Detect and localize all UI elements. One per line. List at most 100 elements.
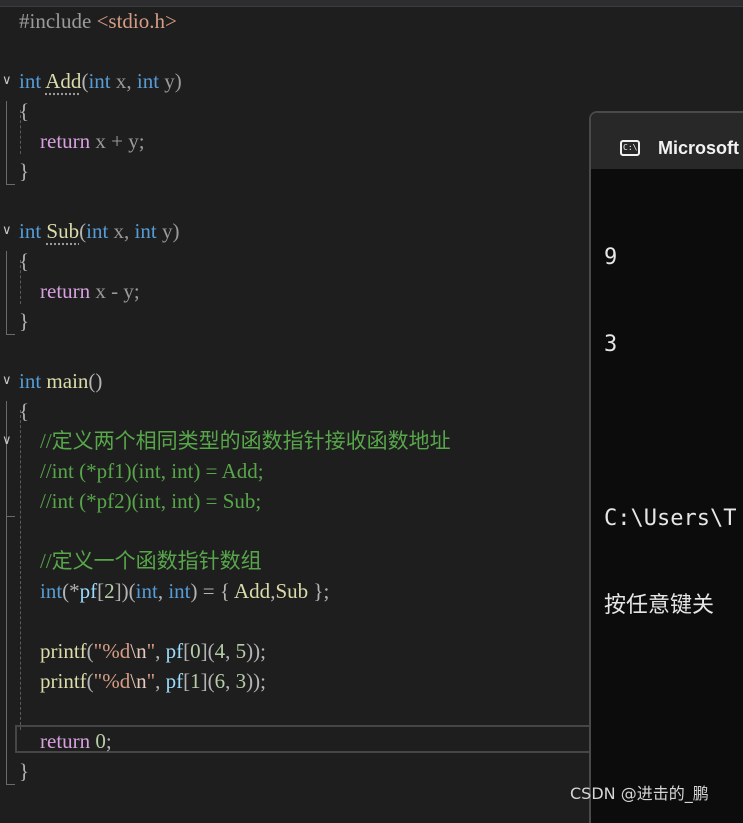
code-token: }: [19, 159, 30, 183]
code-token: "%d: [93, 669, 131, 693]
code-token: #include: [19, 9, 97, 33]
code-token: ,: [157, 579, 169, 603]
code-token: return: [40, 279, 91, 303]
fold-guide: [6, 516, 15, 517]
code-token: ) = {: [190, 579, 235, 603]
console-line: C:\Users\T: [604, 506, 737, 531]
chevron-down-icon[interactable]: ∨: [2, 374, 14, 387]
fold-guide: [6, 101, 7, 184]
console-output: 9 3 C:\Users\T 按任意键关: [604, 185, 743, 678]
console-title: Microsoft: [658, 138, 739, 158]
code-token: ,: [155, 669, 166, 693]
fold-guide: [6, 446, 7, 516]
code-token: }: [19, 309, 30, 333]
code-line[interactable]: return 0;: [19, 726, 112, 756]
code-line[interactable]: {: [19, 396, 29, 426]
code-token: return: [40, 129, 91, 153]
code-line[interactable]: int(*pf[2])(int, int) = { Add,Sub };: [19, 576, 329, 606]
code-token: ": [146, 669, 156, 693]
code-token: Add: [45, 69, 82, 93]
code-line[interactable]: //定义两个相同类型的函数指针接收函数地址: [19, 426, 451, 456]
code-line[interactable]: return x + y;: [19, 126, 145, 156]
code-token: <stdio.h>: [96, 9, 177, 33]
code-line[interactable]: printf("%d\n", pf[0](4, 5));: [19, 636, 266, 666]
code-token: int: [88, 69, 111, 93]
code-token: Sub: [275, 579, 309, 603]
fold-guide: [6, 184, 15, 185]
console-window[interactable]: C:\ Microsoft 9 3 C:\Users\T 按任意键关: [589, 111, 743, 823]
code-token: ;: [105, 729, 112, 753]
code-token: Add: [234, 579, 271, 603]
code-token: //定义一个函数指针数组: [40, 549, 262, 573]
code-token: };: [308, 579, 330, 603]
code-line[interactable]: }: [19, 756, 29, 786]
code-token: ));: [246, 639, 266, 663]
code-token: //int (*pf2)(int, int) = Sub;: [40, 489, 262, 513]
code-line[interactable]: {: [19, 96, 29, 126]
chevron-down-icon[interactable]: ∨: [2, 434, 14, 447]
code-token: x - y;: [90, 279, 140, 303]
code-token: ,: [225, 639, 236, 663]
console-line: 3: [604, 332, 618, 357]
code-token: x,: [108, 219, 135, 243]
code-token: ])(: [114, 579, 136, 603]
code-line[interactable]: //int (*pf2)(int, int) = Sub;: [19, 486, 261, 516]
code-token: ,: [155, 639, 166, 663]
code-line[interactable]: printf("%d\n", pf[1](6, 3));: [19, 666, 266, 696]
code-token: 5: [235, 639, 247, 663]
code-token: int: [19, 369, 42, 393]
code-token: Sub: [46, 219, 80, 243]
code-token: \n: [130, 669, 147, 693]
code-token: pf: [165, 669, 184, 693]
code-token: printf: [40, 669, 87, 693]
chevron-down-icon[interactable]: ∨: [2, 224, 14, 237]
code-line[interactable]: int Sub(int x, int y): [19, 216, 179, 246]
code-token: printf: [40, 639, 87, 663]
code-token: (): [88, 369, 103, 393]
code-token: int: [168, 579, 191, 603]
code-token: y): [159, 69, 182, 93]
code-token: int: [136, 69, 160, 93]
code-token: ": [146, 639, 156, 663]
code-line[interactable]: int main(): [19, 366, 102, 396]
code-token: main: [46, 369, 89, 393]
code-token: }: [19, 759, 30, 783]
chevron-down-icon[interactable]: ∨: [2, 74, 14, 87]
code-line[interactable]: }: [19, 306, 29, 336]
code-token: x + y;: [90, 129, 145, 153]
code-token: int: [40, 579, 63, 603]
code-token: "%d: [93, 639, 131, 663]
code-line[interactable]: #include <stdio.h>: [19, 6, 177, 36]
code-line[interactable]: //int (*pf1)(int, int) = Add;: [19, 456, 264, 486]
code-token: ](: [200, 669, 215, 693]
code-token: {: [19, 249, 30, 273]
watermark: CSDN @进击的_鹏: [570, 784, 709, 803]
code-line[interactable]: int Add(int x, int y): [19, 66, 182, 96]
code-token: 6: [214, 669, 226, 693]
code-token: 4: [214, 639, 226, 663]
code-token: int: [19, 69, 42, 93]
code-token: y): [156, 219, 180, 243]
code-token: (: [86, 669, 94, 693]
code-token: x,: [110, 69, 137, 93]
code-token: {: [19, 99, 30, 123]
console-line: 按任意键关: [604, 593, 715, 618]
code-line[interactable]: }: [19, 156, 29, 186]
code-token: 0: [190, 639, 201, 663]
console-tab[interactable]: C:\ Microsoft: [591, 113, 743, 169]
code-token: int: [135, 579, 158, 603]
code-line[interactable]: return x - y;: [19, 276, 140, 306]
code-token: pf: [79, 579, 98, 603]
code-line[interactable]: //定义一个函数指针数组: [19, 546, 262, 576]
code-token: (*: [62, 579, 80, 603]
code-line[interactable]: {: [19, 246, 29, 276]
